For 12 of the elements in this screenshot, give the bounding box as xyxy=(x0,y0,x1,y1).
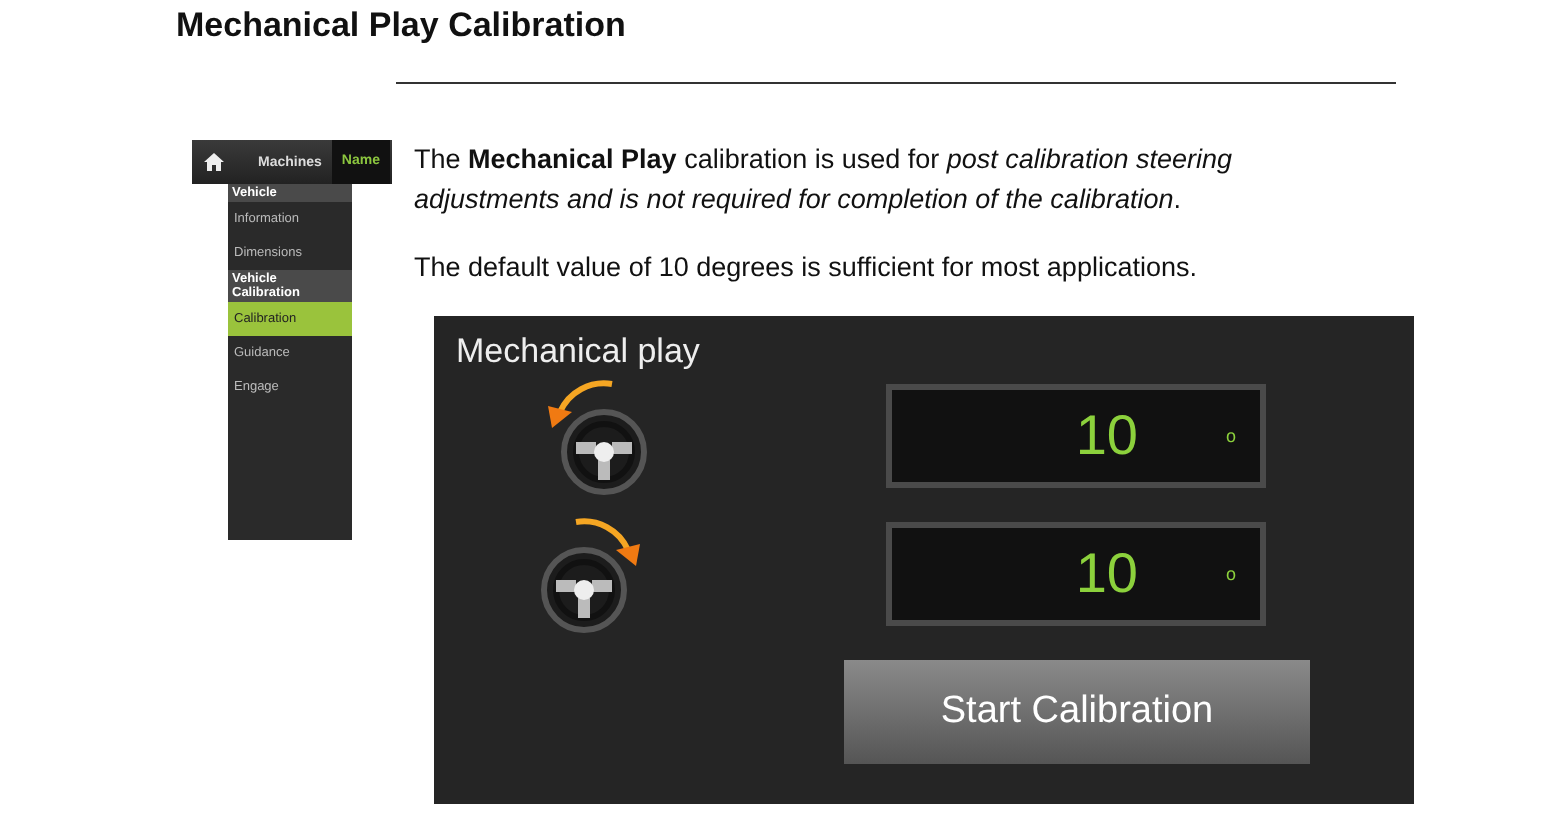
unit-text: o xyxy=(1225,564,1236,584)
page-heading: Mechanical Play Calibration xyxy=(176,6,626,46)
paragraph: The Mechanical Play calibration is used for post calibration steering adjustments and is not required for completion of the calibration. xyxy=(414,142,1234,218)
value-text: 10 xyxy=(1075,404,1138,468)
value-field[interactable]: 10 o xyxy=(886,384,1266,488)
value-text: 10 xyxy=(1075,542,1138,606)
panel-title: Mechanical play xyxy=(454,332,702,372)
unit-text: o xyxy=(1225,426,1236,446)
start-calibration-button[interactable]: Start Calibration xyxy=(844,660,1310,764)
paragraph: The default value of 10 degrees is sufficient for most applications. xyxy=(414,250,1199,286)
home-icon[interactable] xyxy=(204,152,224,172)
value-field[interactable]: 10 o xyxy=(886,522,1266,626)
